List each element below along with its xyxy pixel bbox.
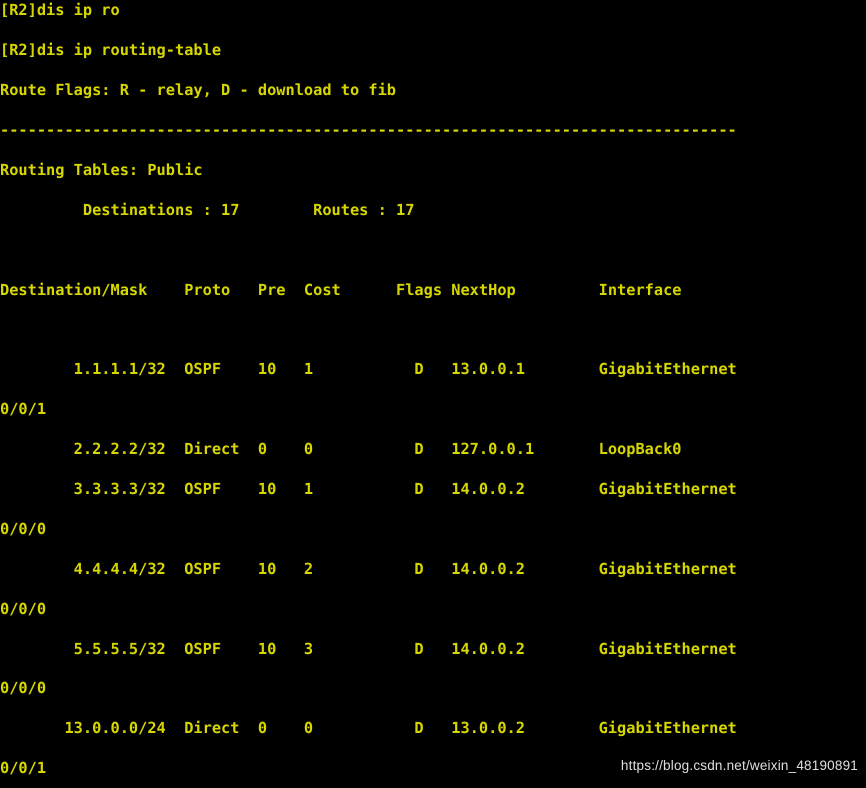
- terminal-line: [R2]dis ip ro: [0, 1, 120, 20]
- terminal-line: 1.1.1.1/32 OSPF 10 1 D 13.0.0.1 GigabitE…: [0, 360, 737, 379]
- terminal-line: 3.3.3.3/32 OSPF 10 1 D 14.0.0.2 GigabitE…: [0, 479, 737, 498]
- terminal-line: 4.4.4.4/32 OSPF 10 2 D 14.0.0.2 GigabitE…: [0, 559, 737, 578]
- terminal-line: 13.0.0.0/24 Direct 0 0 D 13.0.0.2 Gigabi…: [0, 719, 737, 738]
- terminal-line: Route Flags: R - relay, D - download to …: [0, 81, 397, 100]
- terminal-line: 5.5.5.5/32 OSPF 10 3 D 14.0.0.2 GigabitE…: [0, 639, 737, 658]
- terminal-line: Destinations : 17 Routes : 17: [0, 200, 415, 219]
- terminal-line: 0/0/0: [0, 599, 47, 618]
- terminal-line: Routing Tables: Public: [0, 160, 203, 179]
- terminal-line: Destination/Mask Proto Pre Cost Flags Ne…: [0, 280, 682, 299]
- terminal-output-buffer[interactable]: [R2]dis ip ro [R2]dis ip routing-table R…: [0, 1, 866, 788]
- terminal-line: 0/0/1: [0, 400, 47, 419]
- terminal-line: 0/0/0: [0, 519, 47, 538]
- terminal-line: ----------------------------------------…: [0, 120, 737, 139]
- terminal-line: 0/0/0: [0, 679, 47, 698]
- terminal-window[interactable]: [R2]dis ip ro [R2]dis ip routing-table R…: [0, 0, 866, 788]
- terminal-line: [R2]dis ip routing-table: [0, 41, 222, 60]
- watermark-url: https://blog.csdn.net/weixin_48190891: [620, 758, 858, 773]
- terminal-line: 2.2.2.2/32 Direct 0 0 D 127.0.0.1 LoopBa…: [0, 440, 682, 459]
